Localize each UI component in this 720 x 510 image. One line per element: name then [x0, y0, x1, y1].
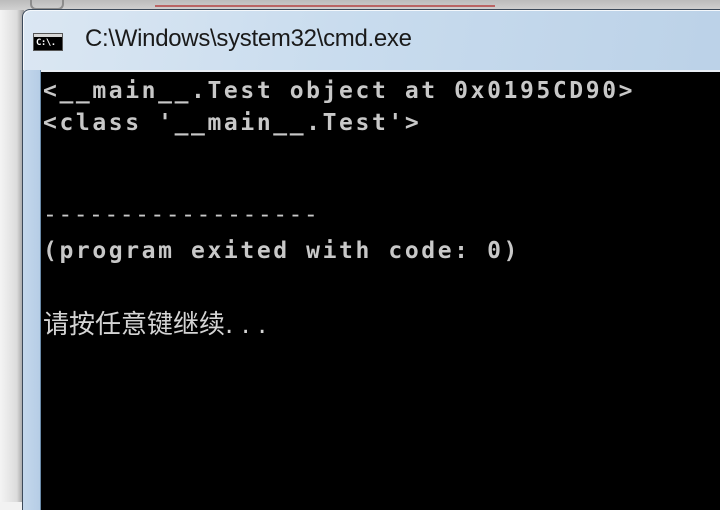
exit-code-line: (program exited with code: 0) [43, 238, 520, 264]
window-title: C:\Windows\system32\cmd.exe [85, 25, 412, 52]
console-output[interactable]: <__main__.Test object at 0x0195CD90> <cl… [41, 70, 720, 510]
press-any-key-prompt: 请按任意键继续. . . [43, 310, 267, 340]
background-cropped-text [155, 0, 495, 7]
window-frame-left [23, 70, 41, 510]
icon-glyph: C:\. [36, 38, 56, 48]
console-line: <__main__.Test object at 0x0195CD90> [43, 78, 636, 104]
console-line: <class '__main__.Test'> [43, 110, 422, 136]
cmd-console-icon[interactable]: C:\. [33, 33, 63, 51]
cmd-window[interactable]: C:\. C:\Windows\system32\cmd.exe <__main… [22, 9, 720, 510]
separator-line: ------------------ [43, 202, 320, 228]
title-bar[interactable]: C:\. C:\Windows\system32\cmd.exe [23, 10, 720, 70]
desktop-background [0, 10, 24, 502]
